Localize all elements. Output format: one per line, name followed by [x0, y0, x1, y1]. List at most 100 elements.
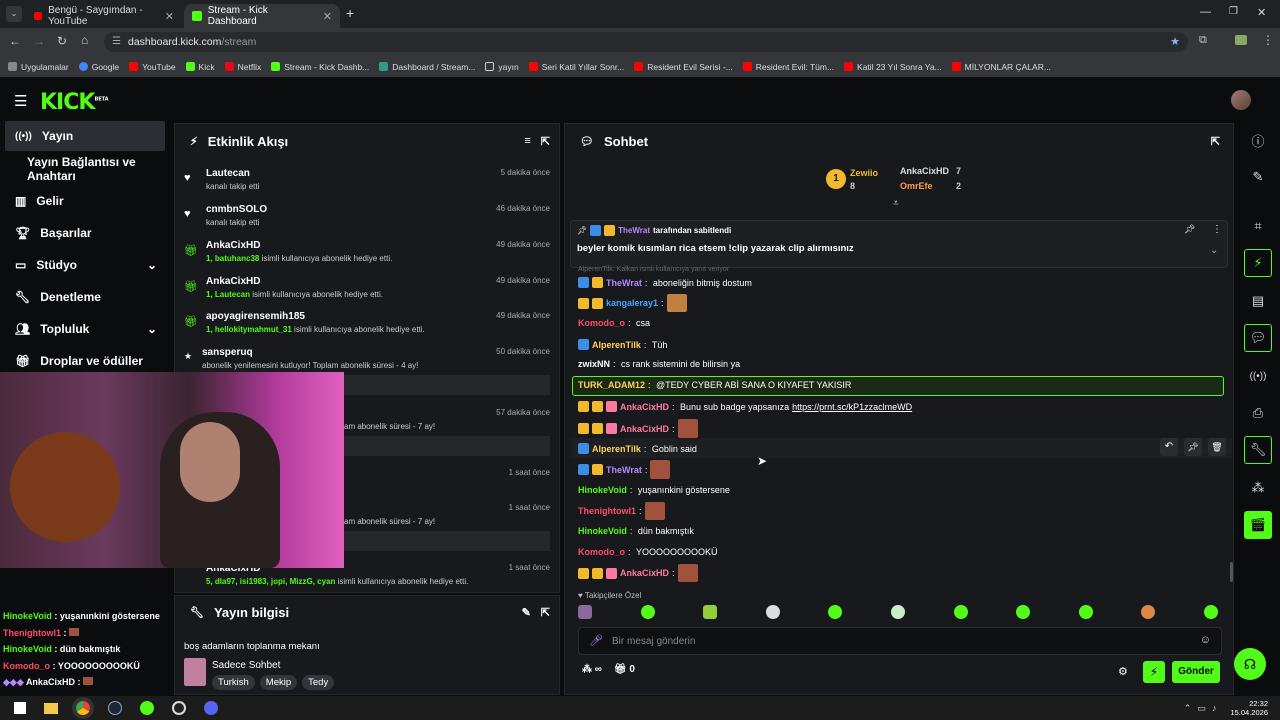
obs-icon[interactable] — [172, 701, 186, 715]
tag-chip[interactable]: Mekip — [259, 675, 298, 690]
chat-message[interactable]: TURK_ADAM12: @TEDY CYBER ABİ SANA O KIYA… — [578, 380, 851, 390]
emote-button[interactable] — [828, 605, 843, 619]
broadcast-icon[interactable]: ((•)) — [1244, 362, 1272, 390]
community-icon[interactable]: ⁂ — [1244, 474, 1272, 502]
chat-link[interactable]: https://prnt.sc/kP1zzaclmeWD — [792, 402, 912, 412]
more-options-icon[interactable]: ⋮ — [1212, 224, 1222, 235]
chat-input[interactable]: 🎤︎ Bir mesaj gönderin ☺ — [578, 627, 1222, 655]
sidebar-item-topluluk[interactable]: 👥︎ Topluluk ⌄ — [5, 314, 165, 344]
chat-message[interactable]: Komodo_o: YOOOOOOOOOKÜ — [578, 547, 718, 557]
emote-button[interactable] — [1078, 605, 1093, 619]
bookmark-folder-yayin[interactable]: yayın — [485, 62, 519, 72]
tab-search-icon[interactable]: ⌄ — [6, 6, 22, 22]
chat-message[interactable]: AnkaCixHD: Bunu sub badge yapsanıza http… — [578, 401, 912, 412]
chat-message[interactable]: AlperenTilk: Goblin said — [578, 443, 697, 454]
notes-icon[interactable]: ▤ — [1244, 287, 1272, 315]
chat-message[interactable]: AnkaCixHD: — [578, 419, 698, 438]
forward-icon[interactable]: → — [33, 34, 45, 48]
emote-button[interactable] — [1141, 605, 1156, 619]
gift-counter[interactable]: 🎁︎ 0 — [614, 664, 635, 675]
bookmark-dashboard[interactable]: Dashboard / Stream... — [379, 62, 475, 72]
lightning-icon[interactable]: ⚡︎ — [1244, 249, 1272, 277]
bookmark-kick[interactable]: Kick — [185, 62, 215, 72]
chat-message[interactable]: HinokeVoid: dün bakmıştık — [578, 526, 694, 536]
back-icon[interactable]: ← — [9, 34, 21, 48]
chat-bubble-icon[interactable]: 💬︎ — [1244, 324, 1272, 352]
chat-message[interactable]: zwixNN: cs rank sistemini de bilirsin ya — [578, 359, 740, 369]
expand-icon[interactable]: ⌄ — [1210, 245, 1218, 256]
star-icon[interactable]: ★ — [1170, 35, 1180, 48]
window-close-button[interactable]: ✕ — [1257, 6, 1266, 19]
sidebar-item-gelir[interactable]: ▥ Gelir — [5, 186, 165, 216]
sidebar-item-denetleme[interactable]: 🔧︎ Denetleme — [5, 282, 165, 312]
profile-icon[interactable] — [1235, 35, 1247, 45]
avatar[interactable] — [1231, 90, 1251, 110]
tag-chip[interactable]: Tedy — [302, 675, 335, 690]
extensions-icon[interactable]: ⧉ — [1199, 34, 1207, 47]
emote-button[interactable] — [578, 605, 592, 619]
collapse-icon[interactable]: ⩡ — [893, 198, 899, 209]
sidebar-item-stream-key[interactable]: Yayın Bağlantısı ve Anahtarı — [5, 154, 165, 184]
sidebar-item-yayin[interactable]: ((•)) Yayın — [5, 121, 165, 151]
bookmark-video[interactable]: Seri Katil Yıllar Sonr... — [528, 62, 624, 72]
new-tab-button[interactable]: + — [346, 5, 354, 21]
maximize-button[interactable]: ❐ — [1229, 6, 1238, 17]
clapperboard-icon[interactable]: 🎬︎ — [1244, 511, 1272, 539]
hamburger-icon[interactable]: ☰ — [14, 92, 27, 110]
emote-button[interactable] — [640, 605, 655, 619]
chat-message[interactable]: AlperenTilk: Tüh — [578, 339, 667, 350]
emote-button[interactable] — [1016, 605, 1031, 619]
popout-icon[interactable]: ⇱ — [1211, 135, 1220, 148]
clock[interactable]: 22:32 15.04.2026 — [1230, 699, 1268, 717]
pin-icon[interactable]: 📌︎ — [1184, 438, 1202, 456]
support-chat-button[interactable]: ☊ — [1234, 648, 1266, 680]
emote-button[interactable] — [703, 605, 718, 619]
bookmark-netflix[interactable]: Netflix — [224, 62, 261, 72]
bookmark-video[interactable]: MİLYONLAR ÇALAR... — [951, 62, 1051, 72]
sidebar-item-studyo[interactable]: ▭ Stüdyo ⌄ — [5, 250, 165, 280]
info-icon[interactable]: ⓘ — [1244, 126, 1272, 154]
emote-button[interactable] — [890, 605, 905, 619]
gear-icon[interactable]: ⚙ — [1118, 665, 1128, 678]
unpin-icon[interactable]: 📌︎ — [1184, 224, 1195, 235]
steam-icon[interactable] — [108, 701, 122, 715]
bookmark-video[interactable]: Katil 23 Yıl Sonra Ya... — [844, 62, 942, 72]
kick-app-icon[interactable] — [140, 701, 154, 715]
menu-icon[interactable]: ⋮ — [1262, 33, 1274, 47]
chat-message[interactable]: Thenightowl1: — [578, 502, 665, 520]
reply-icon[interactable]: ↶ — [1160, 438, 1178, 456]
chat-message[interactable]: HinokeVoid: yuşanınkini göstersene — [578, 485, 730, 495]
tab-youtube[interactable]: Bengü - Saygımdan - YouTube ✕ — [26, 4, 182, 28]
infinity-counter[interactable]: ⁂ ∞ — [582, 664, 602, 675]
bookmark-video[interactable]: Resident Evil: Tüm... — [742, 62, 834, 72]
filter-icon[interactable]: ≡ — [524, 135, 530, 147]
bookmark-youtube[interactable]: YouTube — [129, 62, 176, 72]
discord-icon[interactable] — [204, 701, 218, 715]
file-explorer-icon[interactable] — [44, 702, 58, 714]
minimize-button[interactable]: — — [1200, 6, 1211, 18]
send-button[interactable]: Gönder — [1172, 661, 1220, 683]
site-info-icon[interactable]: ☰ — [112, 36, 121, 47]
tag-chip[interactable]: Turkish — [212, 675, 255, 690]
emoji-icon[interactable]: ☺ — [1200, 634, 1211, 646]
chat-scrollbar[interactable] — [1230, 562, 1233, 582]
popout-icon[interactable]: ⇱ — [541, 135, 550, 148]
chat-message[interactable]: kangaleray1: — [578, 294, 687, 312]
emote-button[interactable] — [953, 605, 968, 619]
close-icon[interactable]: ✕ — [323, 10, 332, 23]
bookmark-apps[interactable]: Uygulamalar — [8, 62, 69, 72]
chat-message[interactable]: Komodo_o: csa — [578, 318, 650, 328]
chrome-icon[interactable] — [76, 701, 90, 715]
address-bar[interactable]: ☰ dashboard.kick.com/stream ★ — [104, 32, 1188, 52]
emote-button[interactable] — [765, 605, 780, 619]
wrench-icon[interactable]: 🔧︎ — [1244, 436, 1272, 464]
emote-button[interactable] — [1203, 605, 1218, 619]
home-icon[interactable]: ⌂ — [81, 33, 88, 47]
crop-icon[interactable]: ⌗ — [1244, 212, 1272, 240]
printer-icon[interactable]: ⎙ — [1244, 399, 1272, 427]
bookmark-google[interactable]: Google — [78, 62, 119, 72]
close-icon[interactable]: ✕ — [165, 10, 174, 23]
tab-kick-dashboard[interactable]: Stream - Kick Dashboard ✕ — [184, 4, 340, 28]
kick-logo[interactable]: KICKBETA — [40, 90, 109, 115]
chat-message[interactable]: TheWrat: — [578, 460, 671, 479]
